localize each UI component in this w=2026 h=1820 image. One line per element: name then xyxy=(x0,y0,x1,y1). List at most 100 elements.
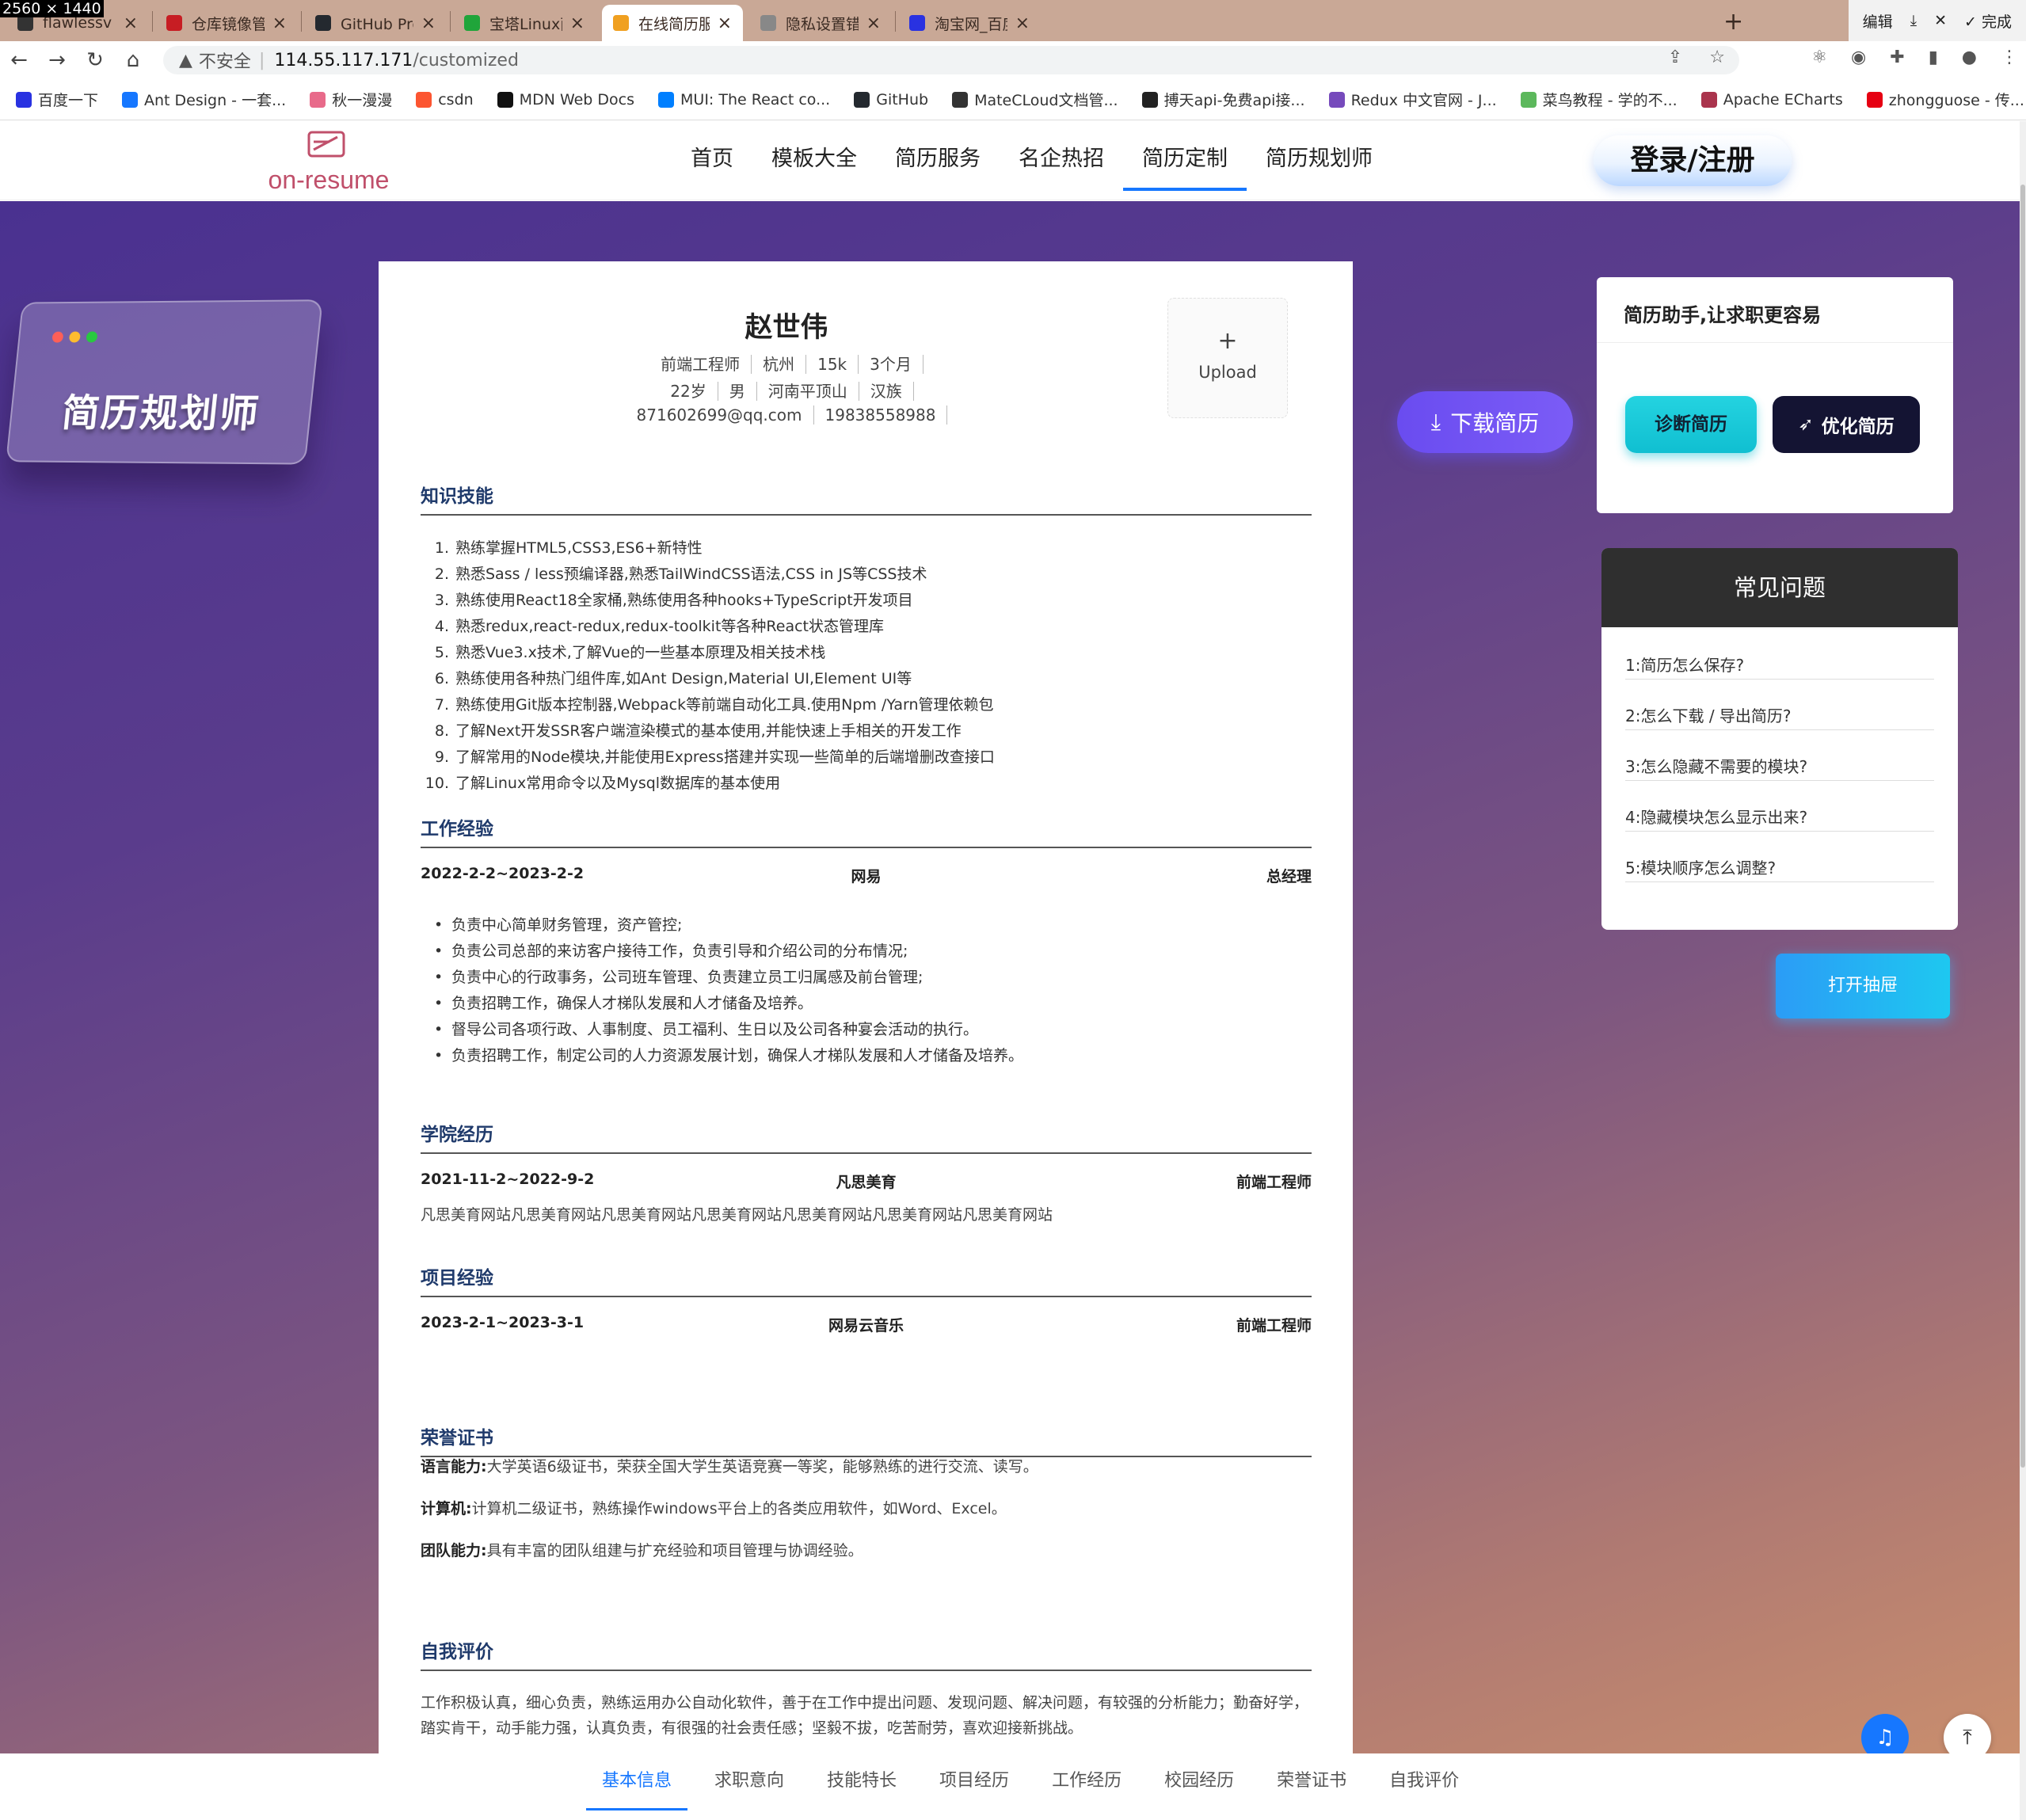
optimize-resume-button[interactable]: ➶ 优化简历 xyxy=(1773,396,1920,453)
new-tab-button[interactable]: + xyxy=(1723,8,1743,36)
bookmark-item[interactable]: GitHub xyxy=(854,91,928,109)
browser-tab[interactable]: 隐私设置错误 × xyxy=(749,5,892,41)
nav-item[interactable]: 首页 xyxy=(672,121,752,200)
tab-close-icon[interactable]: × xyxy=(570,13,585,33)
bookmark-favicon-icon xyxy=(1142,92,1158,108)
close-icon[interactable]: ✕ xyxy=(1934,12,1947,29)
bookmark-item[interactable]: 百度一下 xyxy=(16,89,98,110)
project-row[interactable]: 2023-2-1~2023-3-1 网易云音乐 前端工程师 xyxy=(421,1314,1312,1335)
section-tab[interactable]: 基本信息 xyxy=(586,1753,687,1809)
download-icon[interactable]: ⤓ xyxy=(1910,12,1917,29)
section-tab[interactable]: 荣誉证书 xyxy=(1261,1753,1362,1809)
skill-text: 熟练使用各种热门组件库,如Ant Design,Material UI,Elem… xyxy=(455,670,912,687)
nav-item[interactable]: 简历定制 xyxy=(1123,121,1247,200)
done-button[interactable]: ✓ 完成 xyxy=(1964,10,2012,32)
section-tab[interactable]: 工作经历 xyxy=(1036,1753,1137,1809)
self-evaluation[interactable]: 工作积极认真，细心负责，熟练运用办公自动化软件，善于在工作中提出问题、发现问题、… xyxy=(421,1690,1312,1741)
resume-planner-card[interactable]: 简历规划师 xyxy=(6,299,323,464)
section-tab[interactable]: 项目经历 xyxy=(924,1753,1025,1809)
open-drawer-button[interactable]: 打开抽屉 xyxy=(1776,954,1950,1019)
bookmark-item[interactable]: 菜鸟教程 - 学的不... xyxy=(1521,89,1678,110)
bookmark-item[interactable]: Redux 中文官网 - J... xyxy=(1329,89,1497,110)
puzzle-icon[interactable]: ✚ xyxy=(1890,48,1904,67)
photo-upload[interactable]: + Upload xyxy=(1167,298,1288,418)
share-icon[interactable]: ⇪ xyxy=(1668,48,1682,67)
school-row[interactable]: 2021-11-2~2022-9-2 凡思美育 前端工程师 xyxy=(421,1171,1312,1192)
bookmark-item[interactable]: Ant Design - 一套... xyxy=(122,89,286,110)
site-header: on-resume 首页 模板大全 简历服务 名企热招 简历定制 简历规划师 登录/注册 xyxy=(0,121,2020,200)
skill-number: 4. xyxy=(421,614,449,640)
faq-item[interactable]: 5:模块顺序怎么调整? xyxy=(1625,855,1934,882)
bookmark-star-icon[interactable]: ☆ xyxy=(1709,48,1725,67)
faq-item[interactable]: 1:简历怎么保存? xyxy=(1625,653,1934,680)
browser-tab[interactable]: 宝塔Linux面板 × xyxy=(453,5,596,41)
section-tab[interactable]: 求职意向 xyxy=(699,1753,800,1809)
tab-separator xyxy=(450,11,451,32)
bookmark-item[interactable]: zhongguose - 传... xyxy=(1867,89,2024,110)
main-nav: 首页 模板大全 简历服务 名企热招 简历定制 简历规划师 xyxy=(672,121,1392,200)
bookmark-item[interactable]: 搏天api-免费api接... xyxy=(1142,89,1305,110)
faq-item[interactable]: 4:隐藏模块怎么显示出来? xyxy=(1625,805,1934,832)
browser-tab[interactable]: 仓库镜像管理 （Gitee < × xyxy=(155,5,298,41)
browser-tab[interactable]: 淘宝网_百度搜索 × xyxy=(898,5,1041,41)
browser-tab[interactable]: GitHub Proxy 代理加速 × xyxy=(304,5,447,41)
scrollbar[interactable] xyxy=(2020,121,2026,1820)
tab-close-icon[interactable]: × xyxy=(272,13,287,33)
info-row-job[interactable]: 前端工程师 杭州 15k 3个月 xyxy=(379,352,1194,375)
url-bar[interactable]: ▲ 不安全 | 114.55.117.171 /customized xyxy=(163,46,1739,74)
section-tab[interactable]: 技能特长 xyxy=(811,1753,912,1809)
react-devtools-icon[interactable]: ⚛ xyxy=(1811,48,1827,67)
sidepanel-icon[interactable]: ▮ xyxy=(1929,48,1938,67)
nav-item[interactable]: 简历规划师 xyxy=(1247,121,1392,200)
school-description[interactable]: 凡思美育网站凡思美育网站凡思美育网站凡思美育网站凡思美育网站凡思美育网站凡思美育… xyxy=(421,1202,1312,1228)
bookmark-favicon-icon xyxy=(658,92,674,108)
edit-button[interactable]: 编辑 xyxy=(1863,10,1893,32)
faq-item[interactable]: 2:怎么下载 / 导出简历? xyxy=(1625,703,1934,730)
info-row-contact[interactable]: 871602699@qq.com 19838558988 xyxy=(379,406,1194,425)
skill-number: 7. xyxy=(421,692,449,718)
info-field: 19838558988 xyxy=(814,406,948,425)
work-duties-list[interactable]: 负责中心简单财务管理，资产管控;负责公司总部的来访客户接待工作，负责引导和介绍公… xyxy=(434,912,1305,1069)
home-icon[interactable]: ⌂ xyxy=(114,48,152,72)
skills-list[interactable]: 1. 熟练掌握HTML5,CSS3,ES6+新特性 2. 熟悉Sass / less预… xyxy=(421,535,1312,797)
bookmark-item[interactable]: MUI: The React co... xyxy=(658,91,830,109)
tab-close-icon[interactable]: × xyxy=(1015,13,1030,33)
info-row-personal[interactable]: 22岁男河南平顶山 汉族 xyxy=(379,379,1194,402)
download-resume-button[interactable]: ⤓ 下载简历 xyxy=(1397,391,1573,453)
tab-close-icon[interactable]: × xyxy=(421,13,436,33)
extension-icon[interactable]: ◉ xyxy=(1851,48,1866,67)
bookmark-item[interactable]: MDN Web Docs xyxy=(497,91,634,109)
tab-label: 隐私设置错误 xyxy=(786,13,859,34)
work-row[interactable]: 2022-2-2~2023-2-2 网易 总经理 xyxy=(421,865,1312,886)
profile-icon[interactable]: ● xyxy=(1962,48,1977,67)
reload-icon[interactable]: ↻ xyxy=(76,48,114,72)
tab-close-icon[interactable]: × xyxy=(718,13,732,33)
tab-close-icon[interactable]: × xyxy=(866,13,881,33)
bookmark-item[interactable]: csdn xyxy=(416,91,473,109)
optimize-label: 优化简历 xyxy=(1822,411,1895,438)
nav-item[interactable]: 模板大全 xyxy=(752,121,876,200)
resume-name[interactable]: 赵世伟 xyxy=(379,305,1194,345)
site-logo[interactable]: on-resume xyxy=(261,129,396,192)
back-icon[interactable]: ← xyxy=(0,48,38,72)
section-tab[interactable]: 校园经历 xyxy=(1148,1753,1250,1809)
browser-tab[interactable]: 在线简历服务平台 × xyxy=(602,5,743,41)
section-tab[interactable]: 自我评价 xyxy=(1373,1753,1475,1809)
tab-close-icon[interactable]: × xyxy=(124,13,138,33)
bookmark-item[interactable]: 秋一漫漫 xyxy=(310,89,392,110)
forward-icon[interactable]: → xyxy=(38,48,76,72)
skill-item: 1. 熟练掌握HTML5,CSS3,ES6+新特性 xyxy=(421,535,1312,562)
cloud-download-icon: ⤓ xyxy=(1431,409,1441,436)
scrollbar-thumb[interactable] xyxy=(2020,185,2025,1468)
login-register-button[interactable]: 登录/注册 xyxy=(1594,135,1792,186)
bookmark-favicon-icon xyxy=(416,92,432,108)
info-field: 3个月 xyxy=(859,355,924,374)
diagnose-resume-button[interactable]: 诊断简历 xyxy=(1625,396,1757,453)
menu-icon[interactable]: ⋮ xyxy=(2001,48,2018,67)
extension-icons: ⚛ ◉ ✚ ▮ ● ⋮ xyxy=(1811,48,2018,67)
faq-item[interactable]: 3:怎么隐藏不需要的模块? xyxy=(1625,754,1934,781)
nav-item[interactable]: 简历服务 xyxy=(876,121,1000,200)
bookmark-item[interactable]: MateCLoud文档管... xyxy=(952,89,1118,110)
bookmark-item[interactable]: Apache ECharts xyxy=(1701,91,1843,109)
nav-item[interactable]: 名企热招 xyxy=(1000,121,1123,200)
